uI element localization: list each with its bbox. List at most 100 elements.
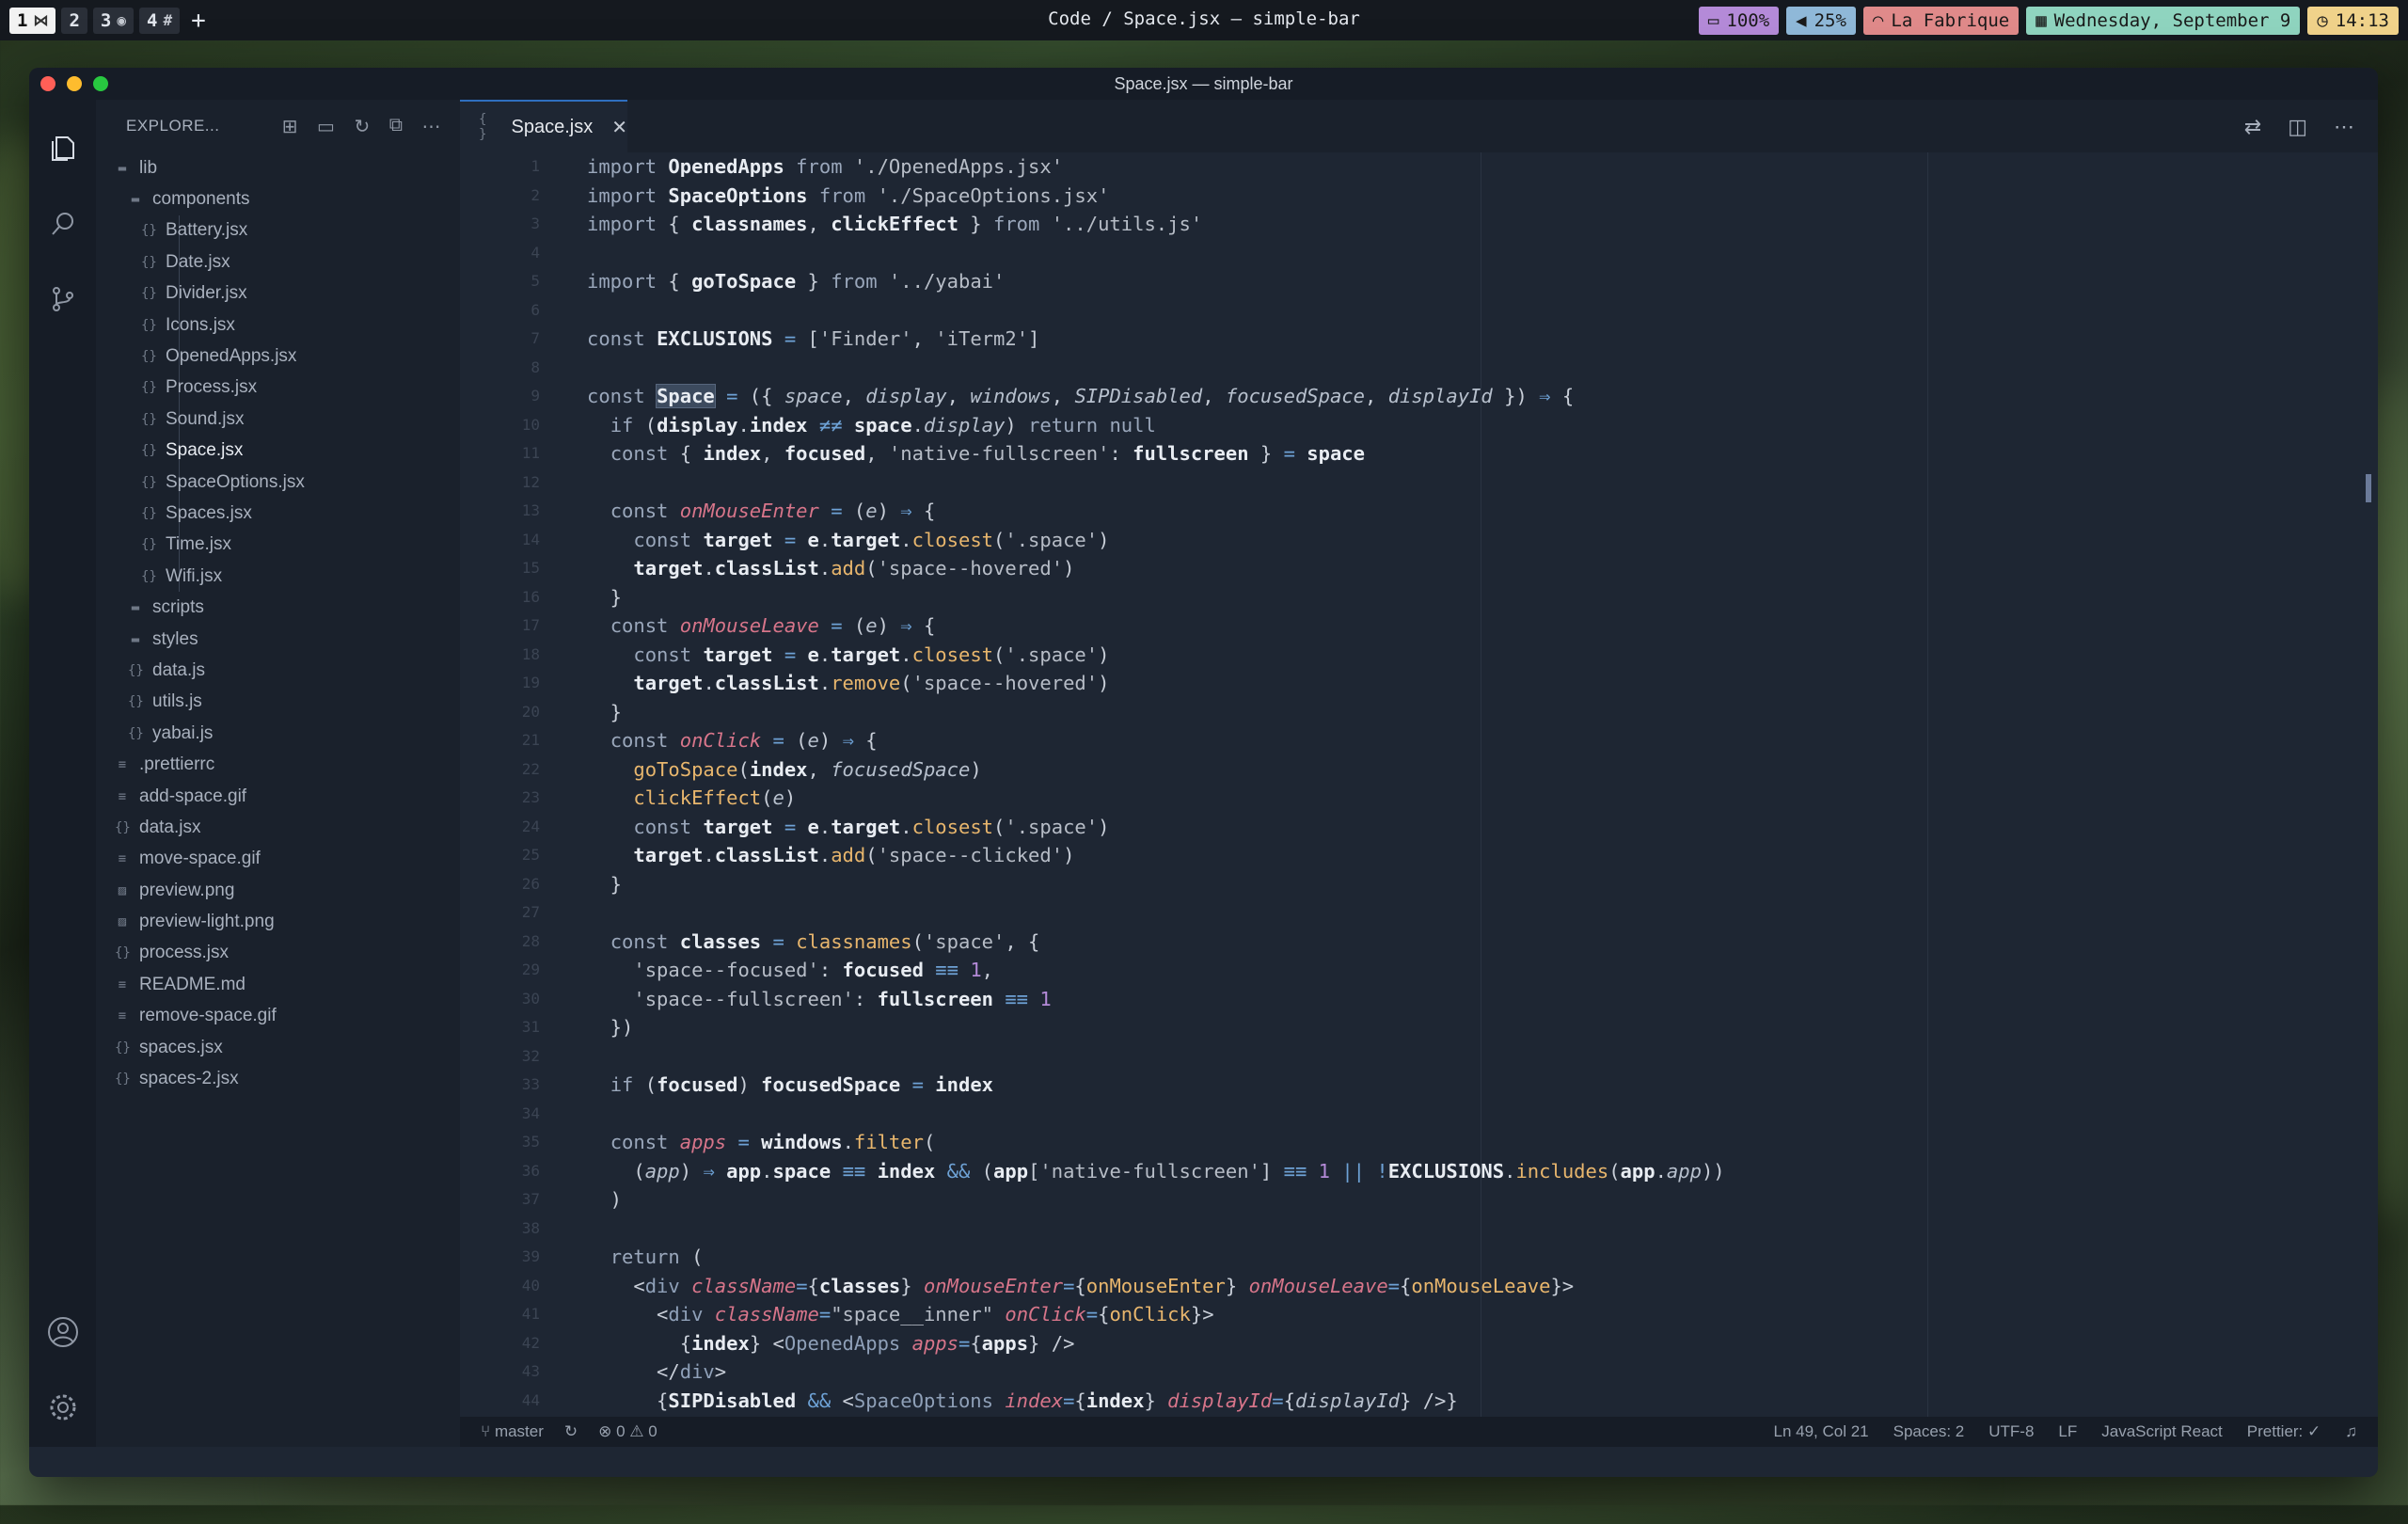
file-item[interactable]: {} Sound.jsx: [96, 404, 460, 435]
file-item[interactable]: {} Time.jsx: [96, 530, 460, 561]
workspaces: 1 ⋈ 2 3 ◉ 4 # +: [9, 7, 206, 34]
source-control-icon[interactable]: [44, 280, 82, 318]
tree-item-label: data.js: [152, 659, 205, 680]
tree-item-label: Sound.jsx: [166, 408, 245, 429]
folder-item[interactable]: ▬ components: [96, 183, 460, 214]
line-number: 19: [521, 674, 540, 691]
battery-widget[interactable]: ▭ 100%: [1698, 7, 1780, 35]
problems-count[interactable]: ⊗ 0 ⚠ 0: [598, 1422, 657, 1441]
explorer-toolbar: ⊞ ▭ ↻ ⧉ ⋯: [282, 115, 441, 138]
branch-item[interactable]: ⑂ master: [481, 1422, 544, 1441]
tree-item-label: add-space.gif: [139, 786, 247, 806]
line-number: 6: [531, 300, 540, 319]
more-icon[interactable]: ⋯: [2334, 115, 2354, 139]
sound-widget[interactable]: ◀ 25%: [1786, 7, 1856, 35]
file-item[interactable]: {} Date.jsx: [96, 246, 460, 278]
refresh-icon[interactable]: ↻: [354, 115, 370, 138]
code-line: goToSpace(index, focusedSpace): [633, 757, 982, 781]
file-icon: {}: [141, 286, 157, 302]
branch-name: master: [494, 1422, 544, 1440]
account-icon[interactable]: [44, 1313, 82, 1351]
file-item[interactable]: {} spaces-2.jsx: [96, 1063, 460, 1094]
line-number: 23: [521, 788, 540, 806]
code-line: import { goToSpace } from '../yabai': [587, 270, 1006, 293]
file-item[interactable]: ≡ move-space.gif: [96, 844, 460, 875]
workspace-3[interactable]: 3 ◉: [92, 7, 134, 34]
file-item[interactable]: {} OpenedApps.jsx: [96, 341, 460, 372]
workspace-2[interactable]: 2: [61, 7, 87, 34]
code-view[interactable]: 1 2 3 4 5 6 7 8 9 10 11 12 13 14 15 16 17 18 19 20 21 22 23 24 2…: [460, 152, 2378, 1447]
file-item[interactable]: {} data.jsx: [96, 812, 460, 843]
folder-icon: ▬: [118, 160, 127, 176]
file-item[interactable]: {} Battery.jsx: [96, 215, 460, 246]
new-file-icon[interactable]: ⊞: [282, 115, 298, 138]
file-item[interactable]: ▨ preview-light.png: [96, 906, 460, 937]
notifications-bell-icon[interactable]: ♫: [2345, 1422, 2357, 1441]
indentation[interactable]: Spaces: 2: [1893, 1422, 1965, 1441]
time-widget[interactable]: ◷ 14:13: [2307, 7, 2399, 35]
folder-item[interactable]: ▬ lib: [96, 152, 460, 183]
file-item[interactable]: {} utils.js: [96, 687, 460, 718]
language-mode[interactable]: JavaScript React: [2101, 1422, 2223, 1441]
minimize-window-button[interactable]: [67, 76, 82, 91]
file-tree: ▬ lib ▬ components{} Battery.jsx{} Date.jsx{}…: [96, 152, 460, 1095]
tree-item-label: process.jsx: [139, 943, 230, 963]
ruler-120: [1927, 152, 1928, 1447]
date-widget[interactable]: ▦ Wednesday, September 9: [2026, 7, 2301, 35]
code-line: const Space = ({ space, display, windows…: [587, 384, 1575, 408]
sync-icon[interactable]: ↻: [564, 1422, 578, 1441]
split-editor-icon[interactable]: ◫: [2288, 115, 2307, 139]
scrollbar-marker[interactable]: [2366, 474, 2371, 502]
file-item[interactable]: ▨ preview.png: [96, 875, 460, 906]
collapse-all-icon[interactable]: ⧉: [389, 115, 404, 138]
activity-bar: [29, 100, 96, 1447]
file-item[interactable]: {} data.js: [96, 655, 460, 686]
tree-item-label: spaces.jsx: [139, 1037, 223, 1057]
close-tab-icon[interactable]: ✕: [611, 116, 627, 139]
encoding[interactable]: UTF-8: [1988, 1422, 2034, 1441]
workspace-number: 3: [100, 9, 112, 31]
add-workspace-button[interactable]: +: [191, 8, 206, 33]
file-item[interactable]: {} Spaces.jsx: [96, 498, 460, 529]
explorer-icon[interactable]: [44, 130, 82, 167]
more-actions-icon[interactable]: ⋯: [422, 115, 442, 138]
file-item[interactable]: {} Divider.jsx: [96, 278, 460, 310]
settings-gear-icon[interactable]: [44, 1389, 82, 1426]
file-item[interactable]: {} Wifi.jsx: [96, 561, 460, 592]
tree-item-label: README.md: [139, 974, 246, 994]
wifi-widget[interactable]: ◠ La Fabrique: [1862, 7, 2020, 35]
file-item[interactable]: {} SpaceOptions.jsx: [96, 467, 460, 498]
tree-item-label: OpenedApps.jsx: [166, 346, 297, 367]
prettier-status[interactable]: Prettier: ✓: [2247, 1422, 2321, 1441]
cursor-position[interactable]: Ln 49, Col 21: [1774, 1422, 1869, 1441]
sound-value: 25%: [1814, 10, 1846, 31]
tab-space-jsx[interactable]: { } Space.jsx ✕: [460, 100, 627, 152]
file-item[interactable]: ≡ add-space.gif: [96, 781, 460, 812]
file-item[interactable]: {} Icons.jsx: [96, 310, 460, 341]
file-item[interactable]: {} Space.jsx: [96, 436, 460, 467]
folder-item[interactable]: ▬ scripts: [96, 592, 460, 623]
status-widgets: ▭ 100% ◀ 25% ◠ La Fabrique ▦ Wednesday, …: [1698, 7, 2399, 35]
search-icon[interactable]: [44, 205, 82, 243]
line-number: 2: [531, 185, 540, 204]
file-item[interactable]: {} yabai.js: [96, 718, 460, 749]
file-item[interactable]: {} spaces.jsx: [96, 1032, 460, 1063]
line-endings[interactable]: LF: [2058, 1422, 2077, 1441]
file-item[interactable]: {} process.jsx: [96, 938, 460, 969]
file-item[interactable]: ≡ .prettierrc: [96, 749, 460, 780]
open-changes-icon[interactable]: ⇄: [2244, 115, 2261, 139]
file-item[interactable]: ≡ README.md: [96, 969, 460, 1000]
line-number: 35: [521, 1133, 540, 1151]
zoom-window-button[interactable]: [93, 76, 108, 91]
workspace-4[interactable]: 4 #: [139, 7, 181, 34]
file-item[interactable]: {} Process.jsx: [96, 373, 460, 404]
folder-item[interactable]: ▬ styles: [96, 624, 460, 655]
new-folder-icon[interactable]: ▭: [317, 115, 335, 138]
code-line: const apps = windows.filter(: [610, 1131, 936, 1153]
file-icon: {}: [141, 505, 157, 521]
code-line: }: [587, 585, 623, 609]
tree-item-label: spaces-2.jsx: [139, 1069, 239, 1089]
close-window-button[interactable]: [40, 76, 55, 91]
workspace-1[interactable]: 1 ⋈: [9, 7, 56, 34]
file-item[interactable]: ≡ remove-space.gif: [96, 1001, 460, 1032]
